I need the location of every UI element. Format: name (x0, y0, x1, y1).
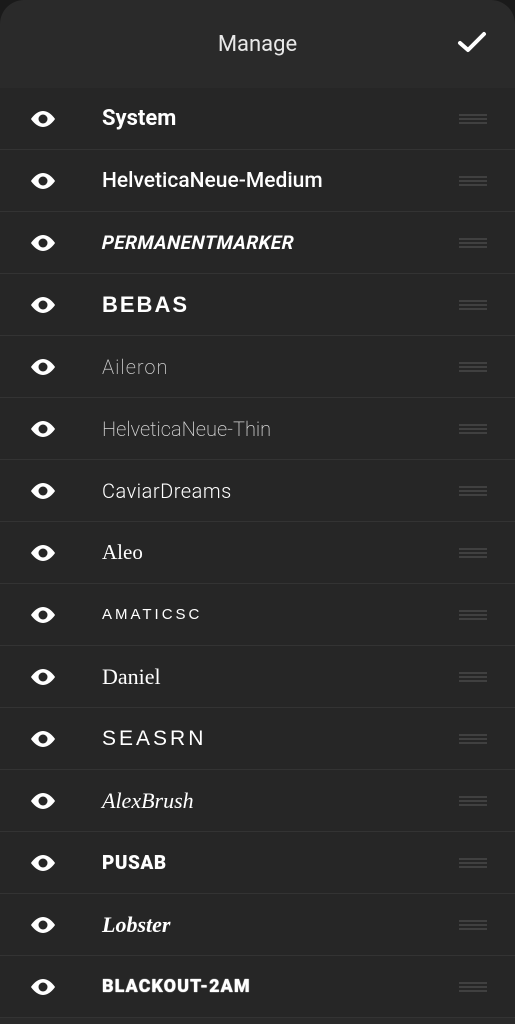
drag-handle-icon[interactable] (459, 609, 487, 621)
eye-icon[interactable] (28, 666, 58, 688)
font-name-label: PUSAB (102, 851, 459, 874)
font-row[interactable]: PermanentMarker (0, 212, 515, 274)
eye-icon[interactable] (28, 480, 58, 502)
checkmark-icon (457, 39, 487, 58)
eye-icon[interactable] (28, 728, 58, 750)
font-name-label: Aleo (102, 540, 459, 565)
drag-handle-icon[interactable] (459, 237, 487, 249)
font-name-label: CaviarDreams (102, 479, 459, 503)
header: Manage (0, 0, 515, 88)
eye-icon[interactable] (28, 852, 58, 874)
font-row[interactable]: Lobster (0, 894, 515, 956)
font-row[interactable]: Daniel (0, 646, 515, 708)
font-row[interactable]: AlexBrush (0, 770, 515, 832)
eye-icon[interactable] (28, 914, 58, 936)
eye-icon[interactable] (28, 232, 58, 254)
font-row[interactable]: HelveticaNeue-Thin (0, 398, 515, 460)
drag-handle-icon[interactable] (459, 299, 487, 311)
font-row[interactable]: Aleo (0, 522, 515, 584)
font-name-label: Daniel (102, 664, 459, 690)
font-row[interactable]: BEBAS (0, 274, 515, 336)
drag-handle-icon[interactable] (459, 547, 487, 559)
font-row[interactable]: HelveticaNeue-Medium (0, 150, 515, 212)
font-row[interactable]: CaviarDreams (0, 460, 515, 522)
font-name-label: System (102, 106, 459, 131)
drag-handle-icon[interactable] (459, 485, 487, 497)
drag-handle-icon[interactable] (459, 113, 487, 125)
font-name-label: HelveticaNeue-Medium (102, 169, 459, 193)
page-title: Manage (218, 32, 297, 57)
drag-handle-icon[interactable] (459, 175, 487, 187)
drag-handle-icon[interactable] (459, 361, 487, 373)
manage-panel: Manage System HelveticaNeue-Medium Permane… (0, 0, 515, 1024)
font-row[interactable]: AMATICSC (0, 584, 515, 646)
drag-handle-icon[interactable] (459, 423, 487, 435)
eye-icon[interactable] (28, 170, 58, 192)
font-name-label: PermanentMarker (101, 231, 459, 254)
font-row[interactable]: PUSAB (0, 832, 515, 894)
drag-handle-icon[interactable] (459, 857, 487, 869)
eye-icon[interactable] (28, 604, 58, 626)
font-row[interactable]: BLACKOUT-2AM (0, 956, 515, 1018)
eye-icon[interactable] (28, 294, 58, 316)
font-name-label: BEBAS (102, 292, 459, 318)
drag-handle-icon[interactable] (459, 795, 487, 807)
done-button[interactable] (457, 30, 487, 58)
eye-icon[interactable] (28, 356, 58, 378)
font-name-label: Lobster (102, 912, 459, 938)
font-name-label: HelveticaNeue-Thin (102, 417, 459, 441)
font-name-label: AlexBrush (102, 788, 459, 814)
font-list: System HelveticaNeue-Medium PermanentMarke… (0, 88, 515, 1024)
drag-handle-icon[interactable] (459, 671, 487, 683)
font-name-label: SEASRN (102, 727, 459, 751)
font-name-label: BLACKOUT-2AM (102, 976, 459, 997)
eye-icon[interactable] (28, 418, 58, 440)
eye-icon[interactable] (28, 790, 58, 812)
eye-icon[interactable] (28, 108, 58, 130)
eye-icon[interactable] (28, 542, 58, 564)
font-name-label: Aileron (102, 355, 459, 379)
eye-icon[interactable] (28, 976, 58, 998)
font-row[interactable]: System (0, 88, 515, 150)
font-row[interactable]: Aileron (0, 336, 515, 398)
font-name-label: AMATICSC (102, 606, 459, 623)
drag-handle-icon[interactable] (459, 981, 487, 993)
drag-handle-icon[interactable] (459, 919, 487, 931)
font-row[interactable]: SEASRN (0, 708, 515, 770)
drag-handle-icon[interactable] (459, 733, 487, 745)
